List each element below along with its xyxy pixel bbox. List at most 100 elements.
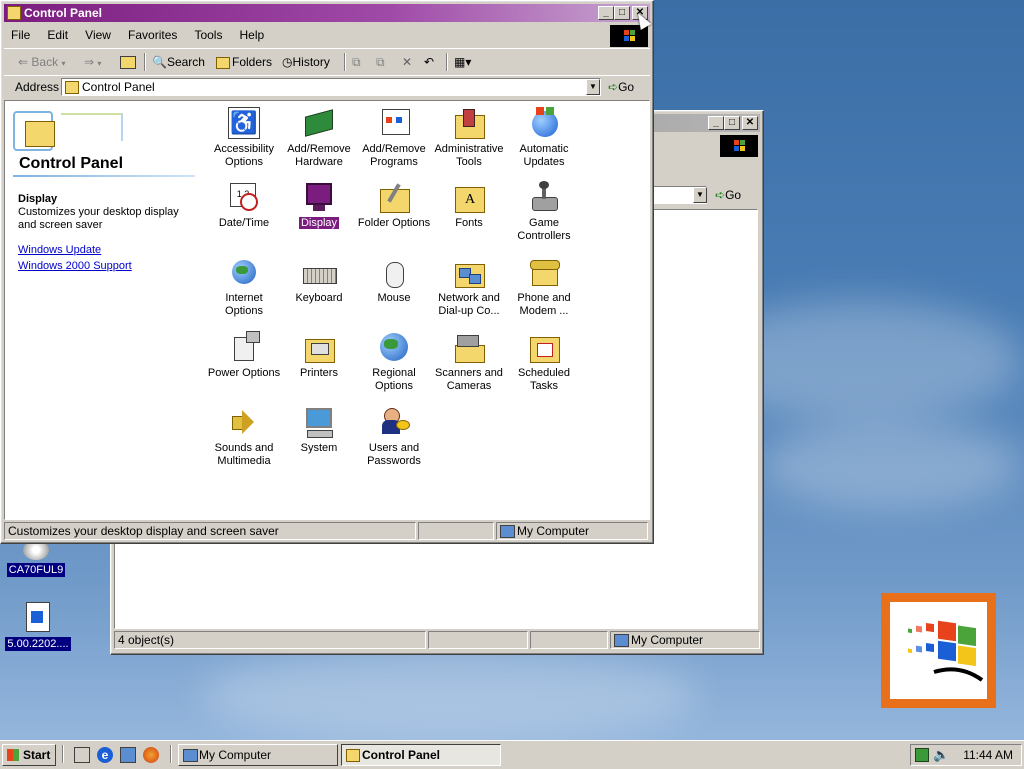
windows-update-link[interactable]: Windows Update [18,244,188,256]
item-keyboard[interactable]: Keyboard [281,256,357,305]
go-label: Go [618,80,635,94]
address-dropdown-button[interactable]: ▼ [693,187,707,203]
item-administrative-tools[interactable]: Administrative Tools [431,107,507,169]
go-button[interactable]: ➪Go [608,78,648,96]
task-label: Control Panel [362,748,441,762]
volume-icon[interactable]: 🔈 [933,747,949,763]
delete-button[interactable]: ✕ [402,52,412,72]
item-label: Display [298,217,340,229]
item-display[interactable]: Display [281,181,357,230]
desktop-icon-cd[interactable]: CA70FUL9 [6,540,66,577]
quicklaunch-firefox-icon[interactable] [143,747,159,763]
item-automatic-updates[interactable]: Automatic Updates [506,107,582,169]
globe-icon [378,331,410,363]
menu-view[interactable]: View [78,24,118,46]
quicklaunch-ie-icon[interactable]: e [97,747,113,763]
undo-button[interactable]: ↶ [424,52,434,72]
computer-icon [183,749,198,762]
menu-edit[interactable]: Edit [40,24,75,46]
address-dropdown-button[interactable]: ▼ [586,79,600,95]
copy-to-button[interactable]: ⧉ [376,52,385,72]
control-panel-titlebar[interactable]: Control Panel _ □ ✕ [4,4,650,22]
system-icon [303,406,335,438]
control-panel-window[interactable]: Control Panel _ □ ✕ File Edit View Favor… [0,0,654,544]
item-sounds-multimedia[interactable]: Sounds and Multimedia [206,406,282,468]
item-regional-options[interactable]: Regional Options [356,331,432,393]
search-button[interactable]: 🔍Search [152,52,205,72]
hardware-icon [303,107,335,139]
close-button[interactable]: ✕ [742,116,758,130]
window-title: Control Panel [24,6,103,20]
programs-icon [378,107,410,139]
network-tray-icon[interactable] [915,748,929,762]
maximize-button[interactable]: □ [614,6,630,20]
move-to-button[interactable]: ⧉ [352,52,361,72]
desktop-cloud [760,420,1020,510]
start-button[interactable]: Start [2,744,56,766]
address-bar: Address Control Panel ▼ ➪Go [4,75,650,100]
menu-file[interactable]: File [4,24,37,46]
task-control-panel[interactable]: Control Panel [341,744,501,766]
item-mouse[interactable]: Mouse [356,256,432,305]
menu-tools[interactable]: Tools [187,24,229,46]
item-internet-options[interactable]: Internet Options [206,256,282,318]
status-zone-label: My Computer [610,631,760,649]
users-icon [378,406,410,438]
item-label: Folder Options [357,217,431,229]
item-date-time[interactable]: 1 2 Date/Time [206,181,282,230]
up-folder-button[interactable] [120,52,136,72]
address-input[interactable]: Control Panel [61,78,601,96]
item-scanners-cameras[interactable]: Scanners and Cameras [431,331,507,393]
folders-icon [216,56,230,69]
task-my-computer[interactable]: My Computer [178,744,338,766]
quicklaunch-network-icon[interactable] [120,747,136,763]
item-label: Mouse [377,292,411,304]
item-phone-modem[interactable]: Phone and Modem ... [506,256,582,318]
zone-label: My Computer [631,633,704,647]
control-panel-content[interactable]: Control Panel Display Customizes your de… [4,100,650,520]
item-network-dialup[interactable]: Network and Dial-up Co... [431,256,507,318]
item-game-controllers[interactable]: Game Controllers [506,181,582,243]
item-power-options[interactable]: Power Options [206,331,282,380]
clock[interactable]: 11:44 AM [963,747,1013,763]
back-arrow-icon: ⇐ [18,55,29,69]
item-accessibility-options[interactable]: ♿ Accessibility Options [206,107,282,169]
item-add-remove-programs[interactable]: Add/Remove Programs [356,107,432,169]
item-scheduled-tasks[interactable]: Scheduled Tasks [506,331,582,393]
menu-favorites[interactable]: Favorites [121,24,184,46]
item-users-passwords[interactable]: Users and Passwords [356,406,432,468]
item-folder-options[interactable]: Folder Options [356,181,432,230]
task-label: My Computer [199,748,272,762]
item-printers[interactable]: Printers [281,331,357,380]
go-button[interactable]: ➪Go [715,186,755,204]
item-label: Administrative Tools [434,143,504,168]
desktop-icon-file[interactable]: 5.00.2202.... [0,602,76,651]
network-icon [453,256,485,288]
back-button[interactable]: ⇐ Back ▾ [18,52,65,72]
minimize-button[interactable]: _ [708,116,724,130]
item-label: Users and Passwords [367,442,421,467]
search-label: Search [166,55,205,69]
item-add-remove-hardware[interactable]: Add/Remove Hardware [281,107,357,169]
status-empty [418,522,494,540]
history-button[interactable]: ◷History [282,52,330,72]
system-tray: 🔈 11:44 AM [910,744,1022,766]
item-fonts[interactable]: A Fonts [431,181,507,230]
item-label: System [300,442,338,454]
menu-help[interactable]: Help [233,24,272,46]
control-panel-icon [7,6,21,20]
folders-button[interactable]: Folders [216,52,272,72]
minimize-button[interactable]: _ [598,6,614,20]
computer-icon [500,525,515,538]
item-system[interactable]: System [281,406,357,455]
folder-options-icon [378,181,410,213]
my-computer-statusbar: 4 object(s) My Computer [114,630,760,650]
quicklaunch-desktop-icon[interactable] [74,747,90,763]
views-button[interactable]: ▦▾ [454,52,471,72]
windows-2000-support-link[interactable]: Windows 2000 Support [18,260,188,272]
maximize-button[interactable]: □ [724,116,740,130]
desktop-icon-label: CA70FUL9 [6,563,66,577]
history-icon: ◷ [282,55,293,69]
item-label: Power Options [207,367,281,379]
forward-button[interactable]: ⇒ ▾ [84,52,101,72]
